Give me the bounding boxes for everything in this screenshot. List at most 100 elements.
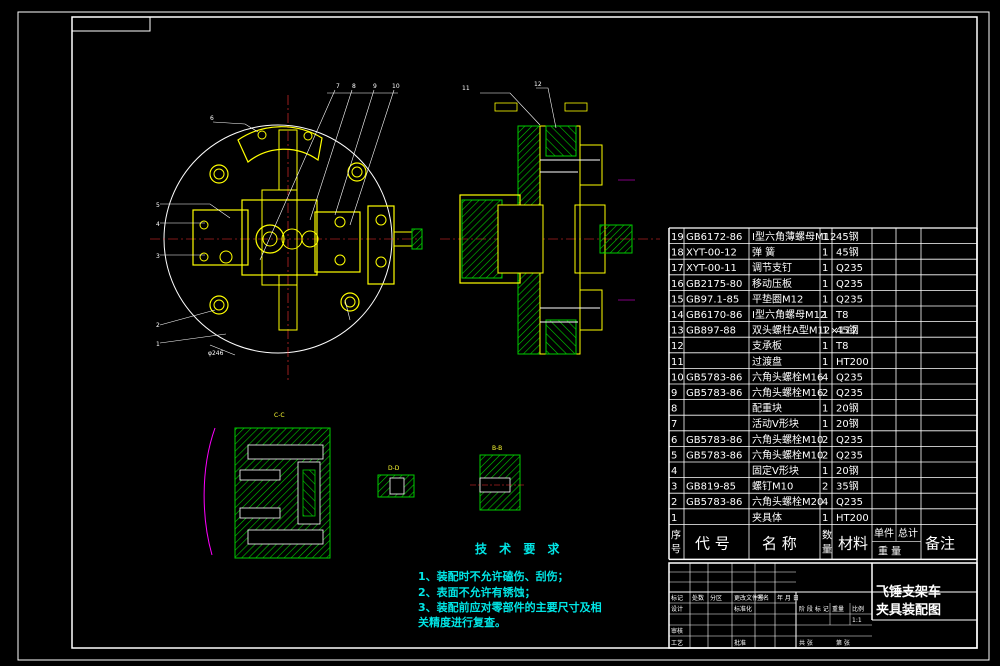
bom-row-name: 六角头螺栓M16 <box>752 370 823 383</box>
bom-row-code: GB819-85 <box>686 482 736 493</box>
bom-row-name: I型六角螺母M12 <box>752 308 826 321</box>
bom-row-name: 夹具体 <box>752 511 782 524</box>
bom-row-qty: 1 <box>822 310 828 321</box>
svg-text:共 张: 共 张 <box>799 639 813 647</box>
bom-row-code: XYT-00-12 <box>686 248 737 259</box>
bom-row-qty: 1 <box>822 294 828 305</box>
front-view: φ246 <box>150 89 423 380</box>
bom-row-qty: 4 <box>822 372 828 383</box>
bom-row-qty: 1 <box>822 326 828 337</box>
bom-row-material: Q235 <box>836 372 863 383</box>
bom-row-material: Q235 <box>836 294 863 305</box>
bom-row-material: Q235 <box>836 279 863 290</box>
bom-row-number: 12 <box>671 341 684 352</box>
bom-row-qty: 1 <box>822 232 828 243</box>
side-section-view: 11 12 <box>440 81 660 355</box>
svg-text:工艺: 工艺 <box>671 639 683 647</box>
svg-text:处数: 处数 <box>692 594 704 602</box>
bom-row-number: 18 <box>671 248 684 259</box>
bom-header-no: 序 <box>671 528 681 541</box>
bom-row-material: Q235 <box>836 388 863 399</box>
bom-row-qty: 1 <box>822 357 828 368</box>
bom-row-name: 六角头螺栓M10 <box>752 448 823 461</box>
tech-req-item: 3、装配前应对零部件的主要尺寸及相 <box>418 600 602 614</box>
svg-text:标记: 标记 <box>671 594 683 602</box>
bom-header-weight: 重 量 <box>878 544 901 557</box>
svg-text:6: 6 <box>210 115 214 122</box>
svg-text:2: 2 <box>156 322 160 329</box>
bom-row-name: 平垫圈M12 <box>752 292 803 305</box>
bom-row-code: XYT-00-11 <box>686 263 737 274</box>
bom-row-qty: 2 <box>822 482 828 493</box>
bom-row-number: 3 <box>671 482 677 493</box>
bom-row-qty: 2 <box>822 435 828 446</box>
bom-row-qty: 1 <box>822 513 828 524</box>
bom-header-unit: 单件 <box>874 527 894 539</box>
svg-text:第 张: 第 张 <box>836 639 850 647</box>
tech-req-item: 关精度进行复查。 <box>418 615 506 629</box>
tech-req-item: 1、装配时不允许磕伤、刮伤； <box>418 569 569 583</box>
bom-header-no: 号 <box>671 543 681 555</box>
bom-row-name: 移动压板 <box>752 277 792 290</box>
svg-text:3: 3 <box>156 253 160 260</box>
bom-row-qty: 2 <box>822 450 828 461</box>
technical-requirements: 技 术 要 求 1、装配时不允许磕伤、刮伤； 2、表面不允许有锈蚀； 3、装配前… <box>418 541 602 629</box>
bom-row-number: 1 <box>671 513 677 524</box>
bom-row-code: GB5783-86 <box>686 497 742 508</box>
bom-row-number: 15 <box>671 294 684 305</box>
svg-text:8: 8 <box>352 83 356 90</box>
svg-text:重量: 重量 <box>832 605 844 613</box>
bom-row-qty: 1 <box>822 279 828 290</box>
bom-row-number: 5 <box>671 450 677 461</box>
svg-text:1:1: 1:1 <box>852 617 862 624</box>
svg-text:批准: 批准 <box>734 639 746 647</box>
bom-row-name: 调节支钉 <box>752 262 792 274</box>
section-cc: C-C <box>203 412 331 559</box>
bom-row-material: T8 <box>835 341 848 352</box>
bom-row-name: 六角头螺栓M10 <box>752 433 823 446</box>
drawing-canvas: φ246 5 4 3 2 1 6 7 8 9 10 11 12 C-C D-D … <box>17 11 990 661</box>
bom-row-number: 10 <box>671 372 684 383</box>
bom-row-code: GB6170-86 <box>686 310 742 321</box>
tech-req-item: 2、表面不允许有锈蚀； <box>418 585 536 599</box>
svg-text:9: 9 <box>373 83 377 90</box>
title-block: 飞锤支架车 夹具装配图 标记 处数 分区 更改文件号 签名 年 月 日 设计 标… <box>668 562 978 649</box>
svg-text:阶 段 标 记: 阶 段 标 记 <box>799 605 829 613</box>
bom-header-material: 材料 <box>838 534 868 552</box>
bom-row-number: 17 <box>671 263 684 274</box>
bom-row-material: Q235 <box>836 497 863 508</box>
section-bb: B-B <box>470 445 525 511</box>
svg-text:4: 4 <box>156 221 160 228</box>
bom-row-qty: 4 <box>822 497 828 508</box>
svg-text:12: 12 <box>534 81 542 88</box>
bom-row-number: 19 <box>671 232 684 243</box>
drawing-title: 飞锤支架车 <box>876 584 941 600</box>
bom-header-total: 总计 <box>898 526 918 539</box>
bom-row-number: 13 <box>671 326 684 337</box>
svg-text:10: 10 <box>392 83 400 90</box>
bom-row-number: 14 <box>671 310 684 321</box>
bom-row-number: 2 <box>671 497 677 508</box>
svg-text:比例: 比例 <box>852 605 864 613</box>
bom-row-material: Q235 <box>836 435 863 446</box>
bom-header-qty: 数 <box>822 528 832 541</box>
bom-row-material: 20钢 <box>836 464 859 477</box>
tech-req-title: 技 术 要 求 <box>475 541 564 556</box>
drawing-title: 夹具装配图 <box>876 602 941 618</box>
section-dd: D-D <box>377 465 415 498</box>
svg-text:分区: 分区 <box>710 594 722 602</box>
bom-row-code: GB5783-86 <box>686 388 742 399</box>
bom-row-number: 4 <box>671 466 677 477</box>
svg-text:B-B: B-B <box>492 445 502 452</box>
bom-row-material: 20钢 <box>836 402 859 415</box>
bom-row-name: 螺钉M10 <box>752 481 793 493</box>
bom-row-qty: 1 <box>822 419 828 430</box>
bom-header-code: 代 号 <box>695 534 730 552</box>
svg-text:φ246: φ246 <box>208 350 224 357</box>
bom-row-material: HT200 <box>836 357 869 368</box>
bom-row-name: 过渡盘 <box>752 355 782 368</box>
bom-row-number: 16 <box>671 279 684 290</box>
bom-row-qty: 1 <box>822 263 828 274</box>
bom-row-material: 45钢 <box>836 246 859 259</box>
bom-row-name: 配重块 <box>752 402 782 415</box>
